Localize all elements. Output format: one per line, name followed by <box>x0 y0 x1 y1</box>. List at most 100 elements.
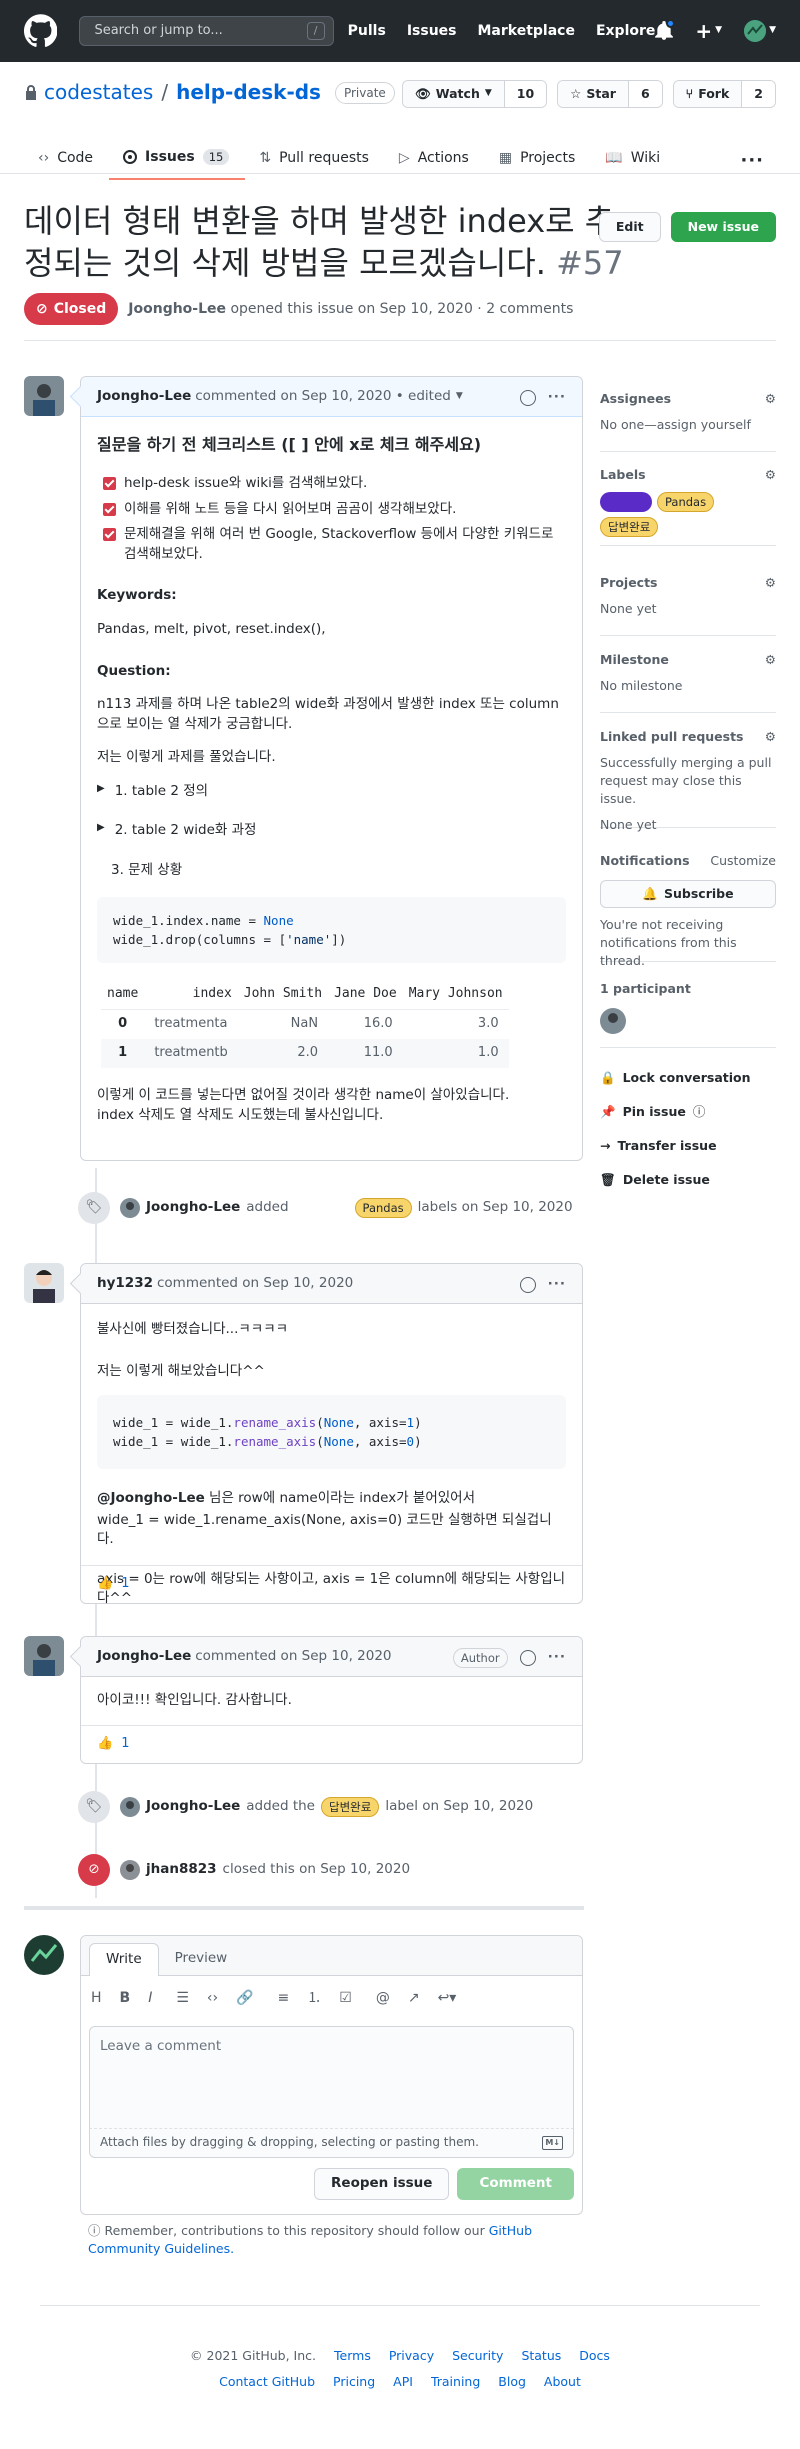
author-badge: Author <box>452 1648 508 1668</box>
gear-icon[interactable]: ⚙ <box>765 651 776 669</box>
nav-explore[interactable]: Explore <box>596 21 655 41</box>
tab-preview[interactable]: Preview <box>159 1943 244 1975</box>
reaction-count[interactable]: 1 <box>121 1575 129 1594</box>
reaction-count[interactable]: 1 <box>121 1735 129 1754</box>
details-toggle[interactable]: ▶ 2. table 2 wide화 과정 <box>97 821 566 841</box>
new-issue-button[interactable]: New issue <box>670 212 776 242</box>
label-badge[interactable] <box>600 492 652 513</box>
search-input[interactable]: Search or jump to... / <box>79 16 334 46</box>
transfer-issue-link[interactable]: → Transfer issue <box>600 1137 717 1155</box>
footer-link[interactable]: Terms <box>334 2347 371 2365</box>
comment-textarea[interactable]: Leave a comment <box>89 2026 574 2128</box>
kebab-menu-icon[interactable]: ··· <box>548 1275 566 1295</box>
comment-author[interactable]: Joongho-Lee <box>97 387 191 407</box>
avatar[interactable] <box>24 376 64 416</box>
pin-issue-link[interactable]: 📌 Pin issue ⓘ <box>600 1103 705 1121</box>
details-toggle[interactable]: ▶ 1. table 2 정의 <box>97 782 566 802</box>
comment-author[interactable]: Joongho-Lee <box>97 1647 191 1667</box>
avatar[interactable] <box>120 1198 140 1218</box>
footer-link[interactable]: Contact GitHub <box>219 2373 315 2391</box>
heading-icon[interactable]: H <box>91 1988 102 2008</box>
user-menu-dropdown[interactable]: ▼ <box>744 20 776 42</box>
star-button[interactable]: ☆ Star 6 <box>557 80 663 108</box>
thumbs-up-icon[interactable]: 👍 <box>97 1575 113 1594</box>
code-icon[interactable]: ‹› <box>207 1988 218 2008</box>
event-actor[interactable]: Joongho-Lee <box>146 1797 240 1817</box>
smiley-icon[interactable] <box>519 389 536 406</box>
customize-link[interactable]: Customize <box>710 852 776 870</box>
reopen-issue-button[interactable]: Reopen issue <box>314 2168 450 2200</box>
nav-issues[interactable]: Issues <box>407 21 457 41</box>
footer-link[interactable]: Security <box>452 2347 503 2365</box>
gear-icon[interactable]: ⚙ <box>765 466 776 484</box>
task-list-icon[interactable]: ☑ <box>339 1988 352 2008</box>
issue-author-link[interactable]: Joongho-Lee <box>128 301 226 317</box>
sidebar-heading: Labels <box>600 467 646 482</box>
italic-icon[interactable]: I <box>148 1988 152 2008</box>
fork-count[interactable]: 2 <box>742 81 775 107</box>
kebab-menu-icon[interactable]: ··· <box>548 388 566 408</box>
caret-down-icon[interactable]: ▼ <box>456 390 463 403</box>
watch-count[interactable]: 10 <box>504 81 547 107</box>
avatar[interactable] <box>24 1636 64 1676</box>
assignees-value[interactable]: No one—assign yourself <box>600 416 776 434</box>
bold-icon[interactable]: B <box>120 1988 131 2008</box>
gear-icon[interactable]: ⚙ <box>765 390 776 408</box>
bullet-list-icon[interactable]: ≡ <box>278 1988 290 2008</box>
footer-link[interactable]: Status <box>521 2347 561 2365</box>
smiley-icon[interactable] <box>519 1650 536 1666</box>
reply-icon[interactable]: ↩▾ <box>438 1988 457 2008</box>
repo-owner-link[interactable]: codestates <box>44 78 153 107</box>
label-badge[interactable]: 답변완료 <box>320 1797 380 1817</box>
delete-issue-link[interactable]: 🗑 Delete issue <box>600 1171 710 1189</box>
create-new-dropdown[interactable]: + ▼ <box>695 17 722 46</box>
avatar[interactable] <box>120 1860 140 1880</box>
footer-link[interactable]: About <box>544 2373 581 2391</box>
comment-button[interactable]: Comment <box>457 2168 574 2200</box>
star-count[interactable]: 6 <box>628 81 662 107</box>
mention-icon[interactable]: @ <box>376 1988 390 2008</box>
lock-conversation-link[interactable]: 🔒 Lock conversation <box>600 1069 751 1087</box>
nav-pulls[interactable]: Pulls <box>348 21 386 41</box>
footer-link[interactable]: Training <box>431 2373 480 2391</box>
numbered-list-icon[interactable]: ⒈ <box>307 1988 321 2008</box>
watch-button[interactable]: 👁 Watch ▼ 10 <box>401 80 548 108</box>
nav-marketplace[interactable]: Marketplace <box>477 21 574 41</box>
attach-files-bar[interactable]: Attach files by dragging & dropping, sel… <box>89 2128 574 2158</box>
cross-reference-icon[interactable]: ↗ <box>408 1988 420 2008</box>
gear-icon[interactable]: ⚙ <box>765 728 776 746</box>
question-label: Question: <box>97 662 171 679</box>
fork-button[interactable]: ⑂ Fork 2 <box>672 80 776 108</box>
footer-link[interactable]: API <box>393 2373 413 2391</box>
edit-title-button[interactable]: Edit <box>598 212 661 242</box>
footer-link[interactable]: Pricing <box>333 2373 375 2391</box>
tab-write[interactable]: Write <box>89 1943 159 1976</box>
participant-avatar[interactable] <box>600 1008 626 1035</box>
table-row: 1 treatmentb 2.0 11.0 1.0 <box>101 1039 509 1069</box>
event-actor[interactable]: jhan8823 <box>146 1860 217 1880</box>
footer-link[interactable]: Docs <box>579 2347 610 2365</box>
gear-icon[interactable]: ⚙ <box>765 574 776 592</box>
issue-opened-text: opened this issue on Sep 10, 2020 · 2 co… <box>230 300 574 317</box>
link-icon[interactable]: 🔗 <box>236 1988 253 2008</box>
thumbs-up-icon[interactable]: 👍 <box>97 1735 113 1754</box>
more-options-icon[interactable]: ··· <box>740 148 764 174</box>
avatar[interactable] <box>24 1263 64 1303</box>
smiley-icon[interactable] <box>519 1276 536 1293</box>
footer-link[interactable]: Privacy <box>389 2347 434 2365</box>
quote-icon[interactable]: ☰ <box>176 1988 189 2008</box>
subscribe-button[interactable]: 🔔 Subscribe <box>600 880 776 909</box>
github-logo-icon[interactable] <box>24 14 58 48</box>
label-badge[interactable]: 답변완료 <box>600 517 659 538</box>
user-mention[interactable]: @Joongho-Lee <box>97 1490 205 1506</box>
sidebar-link-label: Delete issue <box>622 1172 710 1187</box>
notifications-bell-icon[interactable] <box>655 19 676 41</box>
repo-name-link[interactable]: help-desk-ds <box>176 78 321 107</box>
label-badge[interactable]: Pandas <box>354 1198 412 1218</box>
label-badge[interactable]: Pandas <box>657 492 715 513</box>
comment-author[interactable]: hy1232 <box>97 1274 153 1294</box>
avatar[interactable] <box>120 1797 140 1817</box>
event-actor[interactable]: Joongho-Lee <box>146 1198 240 1218</box>
footer-link[interactable]: Blog <box>498 2373 526 2391</box>
kebab-menu-icon[interactable]: ··· <box>548 1648 566 1668</box>
